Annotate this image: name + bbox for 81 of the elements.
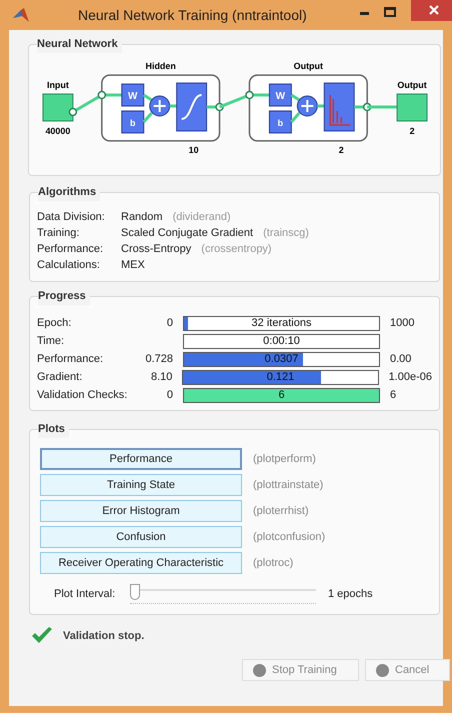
input-block bbox=[42, 94, 74, 122]
weight-block bbox=[121, 84, 144, 106]
close-button[interactable] bbox=[411, 0, 452, 21]
group-title: Algorithms bbox=[38, 184, 100, 200]
group-title: Plots bbox=[38, 421, 69, 438]
layer-title: Output bbox=[294, 61, 324, 72]
algorithm-label: Calculations: bbox=[37, 258, 101, 273]
algorithm-label: Data Division: bbox=[37, 210, 106, 225]
algorithm-value: MEX bbox=[121, 258, 145, 273]
bias-label: b bbox=[130, 118, 136, 128]
slider-track[interactable] bbox=[130, 584, 316, 604]
end-value: 0.00 bbox=[390, 352, 412, 367]
function-name: (plotperform) bbox=[253, 452, 316, 467]
function-name: (crossentropy) bbox=[201, 242, 272, 257]
weight-label: W bbox=[276, 91, 286, 102]
plot-button[interactable]: Error Histogram bbox=[40, 500, 242, 522]
connector-line bbox=[170, 104, 177, 108]
output-block bbox=[396, 94, 428, 122]
app-logo-icon bbox=[13, 8, 29, 22]
start-value: 0 bbox=[166, 316, 173, 329]
function-name: (plotroc) bbox=[253, 556, 294, 571]
connector-line bbox=[290, 94, 301, 124]
connector-line bbox=[142, 94, 154, 124]
weight-block bbox=[268, 84, 292, 106]
function-name: (plottrainstate) bbox=[253, 478, 324, 493]
progress-reading: 32 iterations bbox=[250, 316, 312, 330]
checkmark-icon bbox=[31, 627, 53, 645]
weight-label: W bbox=[128, 91, 138, 102]
plus-icon bbox=[149, 96, 170, 116]
algorithm-value: Random bbox=[121, 210, 163, 225]
plot-button[interactable]: Training State bbox=[40, 474, 242, 496]
bias-block bbox=[121, 110, 144, 134]
algorithm-value: Scaled Conjugate Gradient bbox=[121, 226, 254, 241]
progress-reading: 0.121 bbox=[266, 370, 296, 384]
algorithm-value: Cross-Entropy bbox=[121, 242, 192, 257]
window-title: Neural Network Training (nntraintool) bbox=[78, 6, 307, 25]
slider-thumb[interactable] bbox=[130, 584, 140, 600]
progress-reading: 6 bbox=[277, 388, 286, 402]
softmax-block bbox=[324, 82, 355, 132]
output-size: 2 bbox=[410, 126, 415, 136]
bias-label: b bbox=[278, 118, 284, 128]
connector-line bbox=[317, 104, 324, 108]
algorithm-label: Performance: bbox=[37, 242, 104, 257]
progress-label: Validation Checks: bbox=[37, 388, 128, 403]
end-value: 6 bbox=[390, 388, 396, 403]
progress-label: Time: bbox=[37, 334, 66, 349]
status-message: Validation stop. bbox=[63, 628, 144, 644]
plot-button[interactable]: Confusion bbox=[40, 526, 242, 548]
input-label: Input bbox=[46, 80, 69, 90]
progress-reading: 0.0307 bbox=[264, 352, 300, 366]
layer-title: Hidden bbox=[145, 61, 176, 72]
function-name: (plotconfusion) bbox=[253, 530, 326, 545]
group-title: Progress bbox=[38, 288, 90, 304]
progress-label: Epoch: bbox=[37, 316, 72, 331]
plus-icon bbox=[296, 96, 318, 116]
progress-label: Performance: bbox=[37, 352, 104, 367]
maximize-button[interactable] bbox=[384, 7, 396, 17]
stop-icon bbox=[253, 664, 266, 676]
start-value: 0 bbox=[166, 388, 173, 401]
algorithm-label: Training: bbox=[37, 226, 80, 241]
plot-button[interactable]: Receiver Operating Characteristic bbox=[40, 552, 242, 574]
function-name: (dividerand) bbox=[172, 210, 231, 225]
function-name: (ploterrhist) bbox=[253, 504, 309, 519]
output-label: Output bbox=[397, 80, 427, 90]
start-value: 0.728 bbox=[145, 352, 173, 365]
plot-button[interactable]: Performance bbox=[40, 448, 242, 470]
start-value: 8.10 bbox=[150, 370, 172, 383]
layer-size: 2 bbox=[338, 144, 344, 155]
interval-reading: 1 epochs bbox=[328, 586, 373, 602]
end-value: 1000 bbox=[390, 316, 414, 331]
plot-interval-label: Plot Interval: bbox=[54, 586, 116, 602]
progress-label: Gradient: bbox=[37, 370, 84, 385]
function-name: (trainscg) bbox=[263, 226, 309, 241]
bias-block bbox=[268, 110, 292, 134]
layer-size: 10 bbox=[188, 144, 199, 155]
stop-icon bbox=[376, 664, 389, 676]
input-size: 40000 bbox=[45, 126, 70, 136]
group-title: Neural Network bbox=[37, 36, 122, 52]
end-value: 1.00e-06 bbox=[388, 370, 432, 385]
sigmoid-block bbox=[176, 82, 208, 132]
close-icon bbox=[428, 5, 438, 15]
